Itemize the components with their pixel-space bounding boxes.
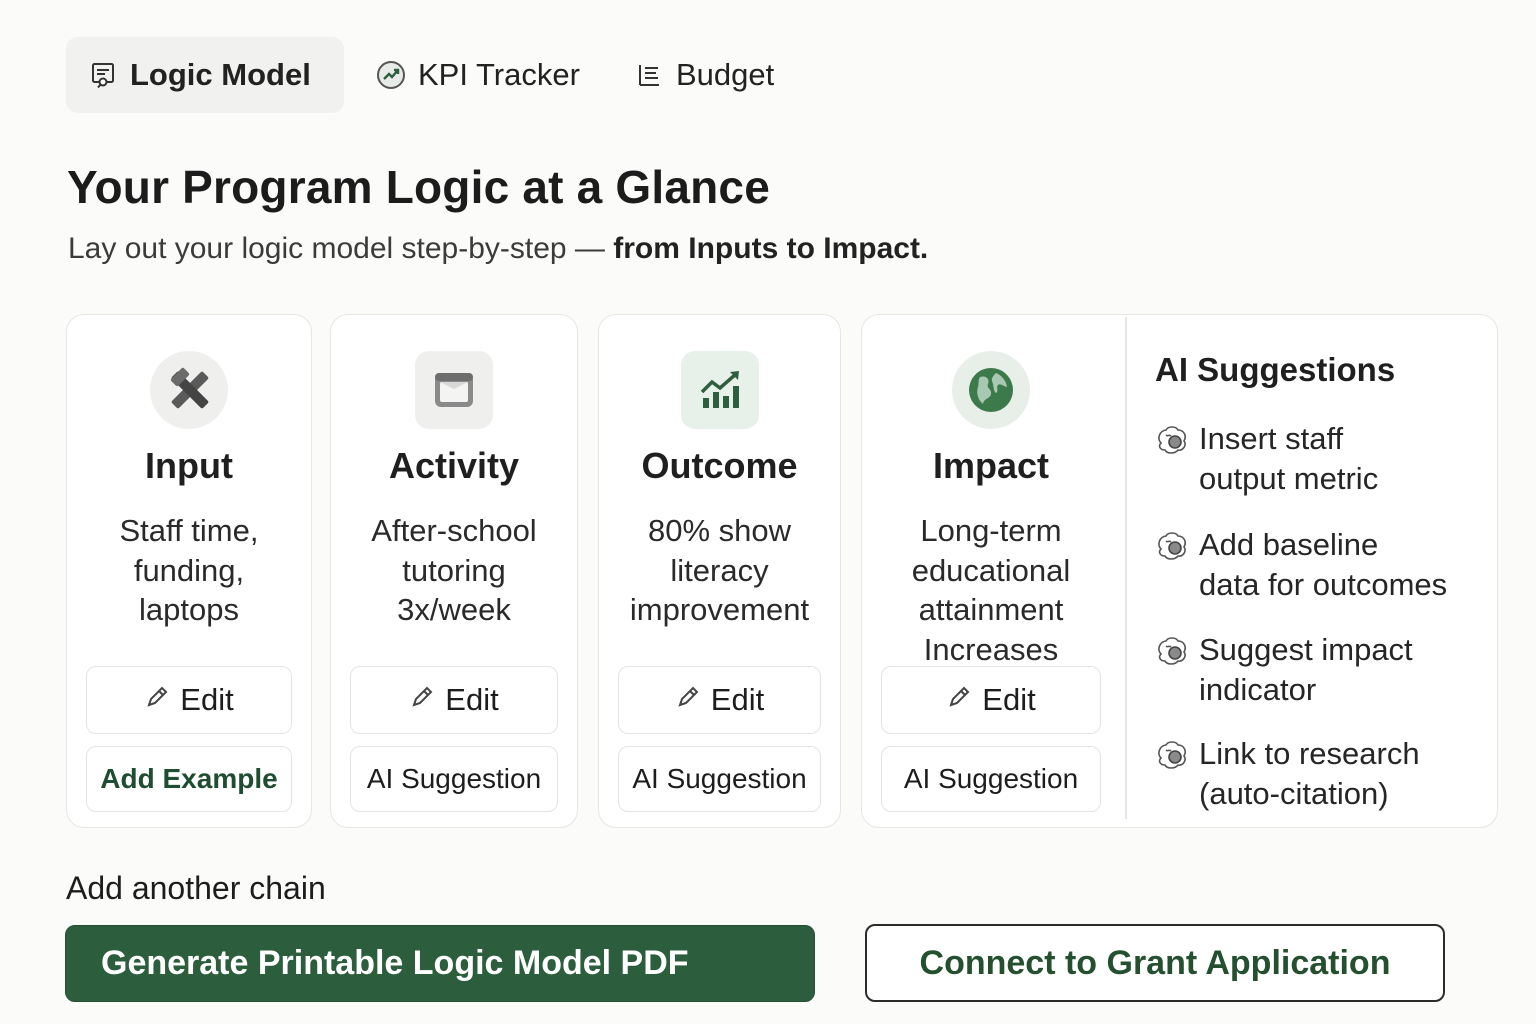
card-activity: Activity After-school tutoring 3x/week E… bbox=[330, 314, 578, 828]
card-desc-line: tutoring bbox=[402, 552, 506, 588]
logic-model-icon bbox=[88, 60, 118, 90]
ai-brain-icon bbox=[1155, 423, 1189, 457]
edit-button[interactable]: Edit bbox=[350, 666, 558, 734]
edit-button-label: Edit bbox=[180, 682, 234, 717]
card-title: Outcome bbox=[641, 445, 798, 486]
card-description: Staff time, funding, laptops bbox=[67, 511, 311, 630]
tab-logic-model[interactable]: Logic Model bbox=[66, 37, 344, 113]
card-impact: Impact Long-term educational attainment … bbox=[861, 314, 1498, 828]
subtitle-emphasis: from Inputs to Impact. bbox=[613, 232, 929, 265]
connect-grant-button[interactable]: Connect to Grant Application bbox=[865, 924, 1445, 1002]
pencil-icon bbox=[144, 682, 170, 718]
ai-suggestion-item[interactable]: Insert staff output metric bbox=[1155, 419, 1378, 499]
card-desc-line: educational bbox=[911, 552, 1071, 588]
add-chain-link[interactable]: Add another chain bbox=[66, 870, 326, 907]
calendar-box-icon bbox=[415, 351, 493, 429]
ai-suggestion-line: output metric bbox=[1199, 461, 1379, 496]
card-description: 80% show literacy improvement bbox=[599, 511, 840, 630]
ai-suggestion-item[interactable]: Suggest impact indicator bbox=[1155, 630, 1413, 710]
ai-brain-icon bbox=[1155, 529, 1189, 563]
ai-suggestion-line: Insert staff bbox=[1199, 421, 1344, 456]
ai-suggestion-line: (auto-citation) bbox=[1199, 776, 1389, 811]
card-desc-line: After-school bbox=[371, 513, 537, 548]
tab-logic-model-label: Logic Model bbox=[130, 57, 311, 92]
edit-button-label: Edit bbox=[982, 682, 1036, 717]
ai-brain-icon bbox=[1155, 738, 1189, 772]
logic-model-page: Logic Model KPI Tracker Budget Your Prog… bbox=[0, 0, 1536, 1024]
ai-suggestion-button[interactable]: AI Suggestion bbox=[350, 746, 558, 812]
globe-icon bbox=[952, 351, 1030, 429]
tab-bar: Logic Model KPI Tracker Budget bbox=[66, 37, 796, 113]
ai-suggestion-text: Add baseline data for outcomes bbox=[1199, 525, 1447, 605]
card-title: Input bbox=[145, 445, 233, 486]
trend-chart-icon bbox=[376, 60, 406, 90]
ai-suggestion-item[interactable]: Link to research (auto-citation) bbox=[1155, 734, 1420, 814]
ai-suggestion-line: Link to research bbox=[1199, 736, 1420, 771]
edit-button-label: Edit bbox=[445, 682, 499, 717]
card-desc-line: Staff time, bbox=[119, 513, 259, 548]
tab-kpi-tracker-label: KPI Tracker bbox=[418, 57, 580, 92]
edit-button[interactable]: Edit bbox=[618, 666, 821, 734]
edit-button-label: Edit bbox=[710, 682, 765, 717]
ai-suggestion-line: Suggest impact bbox=[1199, 632, 1413, 667]
ai-suggestions-panel: AI Suggestions Insert staff output metri… bbox=[1127, 315, 1497, 827]
ai-brain-icon bbox=[1155, 634, 1189, 668]
card-outcome: Outcome 80% show literacy improvement Ed… bbox=[598, 314, 841, 828]
ai-suggestion-text: Link to research (auto-citation) bbox=[1199, 734, 1420, 814]
card-input: Input Staff time, funding, laptops Edit … bbox=[66, 314, 312, 828]
generate-pdf-button[interactable]: Generate Printable Logic Model PDF bbox=[65, 925, 815, 1002]
tab-kpi-tracker[interactable]: KPI Tracker bbox=[354, 37, 602, 113]
tools-icon bbox=[150, 351, 228, 429]
ai-suggestion-text: Insert staff output metric bbox=[1199, 419, 1378, 499]
edit-button[interactable]: Edit bbox=[881, 666, 1101, 734]
card-desc-line: literacy bbox=[670, 552, 769, 588]
add-example-button[interactable]: Add Example bbox=[86, 746, 292, 812]
growth-chart-icon bbox=[680, 351, 759, 429]
card-desc-line: attainment bbox=[918, 592, 1064, 627]
ai-suggestion-line: data for outcomes bbox=[1199, 567, 1448, 602]
pencil-icon bbox=[409, 682, 435, 718]
card-description: After-school tutoring 3x/week bbox=[331, 511, 577, 630]
tab-budget[interactable]: Budget bbox=[612, 37, 796, 113]
card-desc-line: 80% show bbox=[647, 513, 792, 548]
list-icon bbox=[634, 60, 664, 90]
card-desc-line: Long-term bbox=[920, 513, 1062, 548]
card-desc-line: laptops bbox=[139, 592, 239, 627]
ai-suggestions-title: AI Suggestions bbox=[1155, 351, 1396, 388]
pencil-icon bbox=[946, 682, 972, 718]
edit-button[interactable]: Edit bbox=[86, 666, 292, 734]
ai-suggestion-item[interactable]: Add baseline data for outcomes bbox=[1155, 525, 1447, 605]
card-desc-line: Increases bbox=[923, 631, 1059, 667]
ai-suggestion-line: indicator bbox=[1199, 672, 1317, 707]
ai-suggestion-button[interactable]: AI Suggestion bbox=[881, 746, 1101, 812]
tab-budget-label: Budget bbox=[675, 57, 775, 92]
page-title: Your Program Logic at a Glance bbox=[67, 161, 770, 213]
ai-suggestion-line: Add baseline bbox=[1199, 527, 1379, 562]
subtitle-plain: Lay out your logic model step-by-step — bbox=[68, 232, 614, 265]
page-subtitle: Lay out your logic model step-by-step — … bbox=[68, 232, 928, 266]
ai-suggestion-button[interactable]: AI Suggestion bbox=[618, 746, 821, 812]
card-description: Long-term educational attainment Increas… bbox=[862, 511, 1120, 669]
card-desc-line: 3x/week bbox=[397, 592, 511, 627]
card-title: Impact bbox=[932, 445, 1050, 486]
ai-suggestion-text: Suggest impact indicator bbox=[1199, 630, 1413, 710]
impact-column: Impact Long-term educational attainment … bbox=[862, 315, 1120, 827]
card-desc-line: improvement bbox=[629, 592, 810, 627]
pencil-icon bbox=[675, 682, 701, 718]
card-desc-line: funding, bbox=[133, 552, 245, 588]
card-title: Activity bbox=[388, 445, 520, 486]
